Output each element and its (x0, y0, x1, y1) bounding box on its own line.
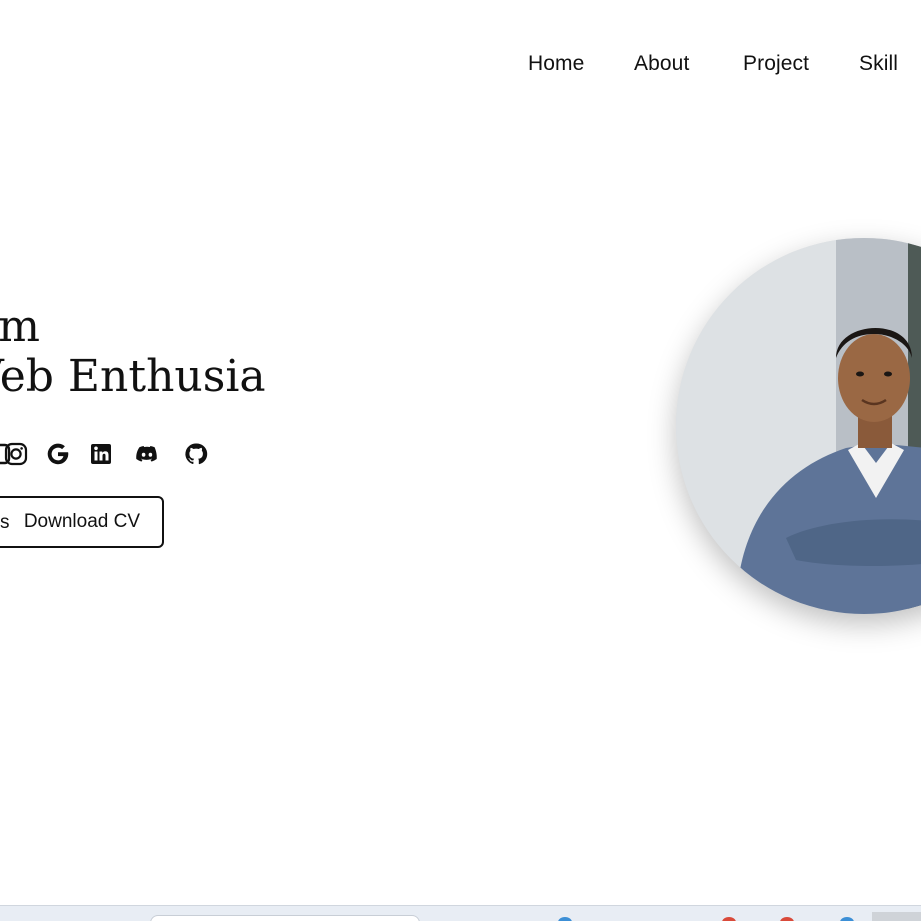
os-taskbar (0, 905, 921, 921)
social-links (0, 440, 240, 472)
google-icon[interactable] (44, 440, 72, 468)
top-navigation: Home About Project Skill (0, 52, 921, 82)
profile-photo (676, 238, 921, 614)
hero-heading: am Veb Enthusia (0, 302, 292, 402)
instagram-icon[interactable] (2, 440, 30, 468)
discord-icon[interactable] (133, 440, 161, 468)
taskbar-app-icon[interactable] (780, 917, 794, 921)
nav-link-skill[interactable]: Skill (859, 52, 898, 76)
taskbar-app-icon[interactable] (558, 917, 572, 921)
hero-heading-line-1: am (0, 301, 40, 352)
nav-link-about[interactable]: About (634, 52, 689, 76)
download-cv-button[interactable]: s Download CV (0, 496, 164, 548)
taskbar-app-icon[interactable] (840, 917, 854, 921)
hero-heading-line-2: Veb Enthusia (0, 351, 266, 402)
linkedin-icon[interactable] (87, 440, 115, 468)
download-cv-label: Download CV (23, 511, 140, 532)
taskbar-thumbnail[interactable] (872, 912, 921, 921)
taskbar-search-box[interactable] (150, 915, 420, 921)
taskbar-app-icon[interactable] (722, 917, 736, 921)
nav-link-home[interactable]: Home (528, 52, 584, 76)
nav-link-project[interactable]: Project (743, 52, 809, 76)
portfolio-page: Home About Project Skill am Veb Enthusia (0, 0, 921, 921)
github-icon[interactable] (182, 440, 210, 468)
partial-button-edge: s (0, 512, 10, 533)
